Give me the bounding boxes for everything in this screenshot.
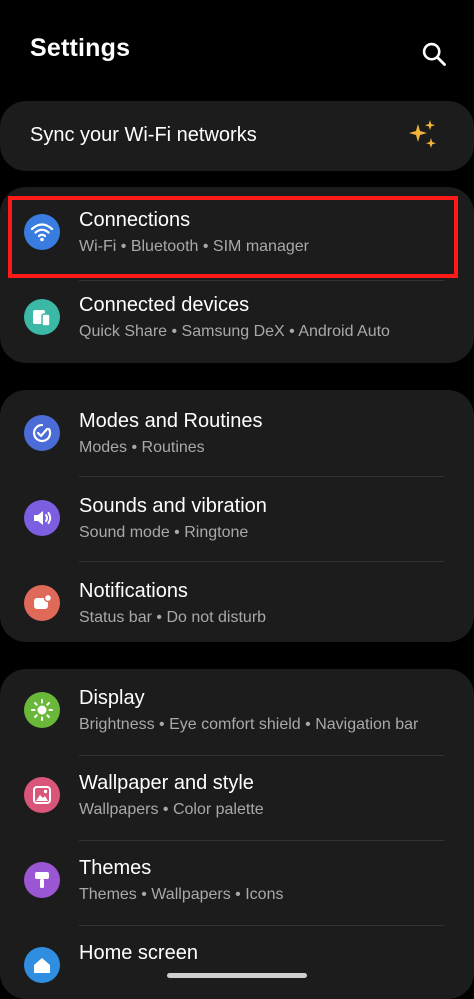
home-indicator[interactable]: [167, 973, 307, 978]
sparkle-icon: [409, 120, 436, 148]
home-icon: [24, 947, 60, 983]
settings-item-wallpaper-style[interactable]: Wallpaper and style Wallpapers • Color p…: [0, 756, 474, 841]
settings-group-2: Modes and Routines Modes • Routines Soun…: [0, 390, 474, 642]
search-icon[interactable]: [420, 40, 448, 68]
settings-item-notifications[interactable]: Notifications Status bar • Do not distur…: [0, 564, 474, 642]
themes-icon: [24, 862, 60, 898]
settings-item-subtitle: Status bar • Do not disturb: [79, 609, 267, 626]
devices-icon: [24, 299, 60, 335]
settings-item-home-screen[interactable]: Home screen: [0, 926, 474, 999]
divider: [79, 476, 444, 477]
settings-item-subtitle: Modes • Routines: [79, 439, 205, 456]
settings-item-sounds-vibration[interactable]: Sounds and vibration Sound mode • Ringto…: [0, 479, 474, 564]
settings-item-label: Modes and Routines: [79, 410, 263, 432]
speaker-icon: [24, 500, 60, 536]
settings-item-label: Home screen: [79, 942, 198, 964]
settings-item-subtitle: Themes • Wallpapers • Icons: [79, 886, 284, 903]
settings-item-themes[interactable]: Themes Themes • Wallpapers • Icons: [0, 841, 474, 926]
routines-icon: [24, 415, 60, 451]
settings-item-subtitle: Wallpapers • Color palette: [79, 801, 264, 818]
settings-item-label: Display: [79, 687, 145, 709]
sync-wifi-card[interactable]: Sync your Wi-Fi networks: [0, 101, 474, 171]
settings-item-subtitle: Brightness • Eye comfort shield • Naviga…: [79, 716, 419, 733]
divider: [79, 561, 444, 562]
settings-item-label: Connected devices: [79, 294, 250, 316]
settings-item-subtitle: Sound mode • Ringtone: [79, 524, 249, 541]
settings-item-label: Wallpaper and style: [79, 772, 254, 794]
settings-item-subtitle: Quick Share • Samsung DeX • Android Auto: [79, 323, 390, 340]
settings-item-label: Sounds and vibration: [79, 495, 267, 517]
settings-item-display[interactable]: Display Brightness • Eye comfort shield …: [0, 671, 474, 756]
settings-item-label: Notifications: [79, 580, 188, 602]
settings-item-label: Themes: [79, 857, 152, 879]
notification-icon: [24, 585, 60, 621]
page-title: Settings: [30, 34, 131, 62]
brightness-icon: [24, 692, 60, 728]
settings-item-connected-devices[interactable]: Connected devices Quick Share • Samsung …: [0, 278, 474, 363]
settings-item-modes-routines[interactable]: Modes and Routines Modes • Routines: [0, 394, 474, 479]
highlight-box: [8, 196, 458, 278]
wallpaper-icon: [24, 777, 60, 813]
sync-wifi-label: Sync your Wi-Fi networks: [30, 124, 257, 146]
settings-group-3: Display Brightness • Eye comfort shield …: [0, 669, 474, 999]
app-header: Settings: [0, 0, 474, 100]
